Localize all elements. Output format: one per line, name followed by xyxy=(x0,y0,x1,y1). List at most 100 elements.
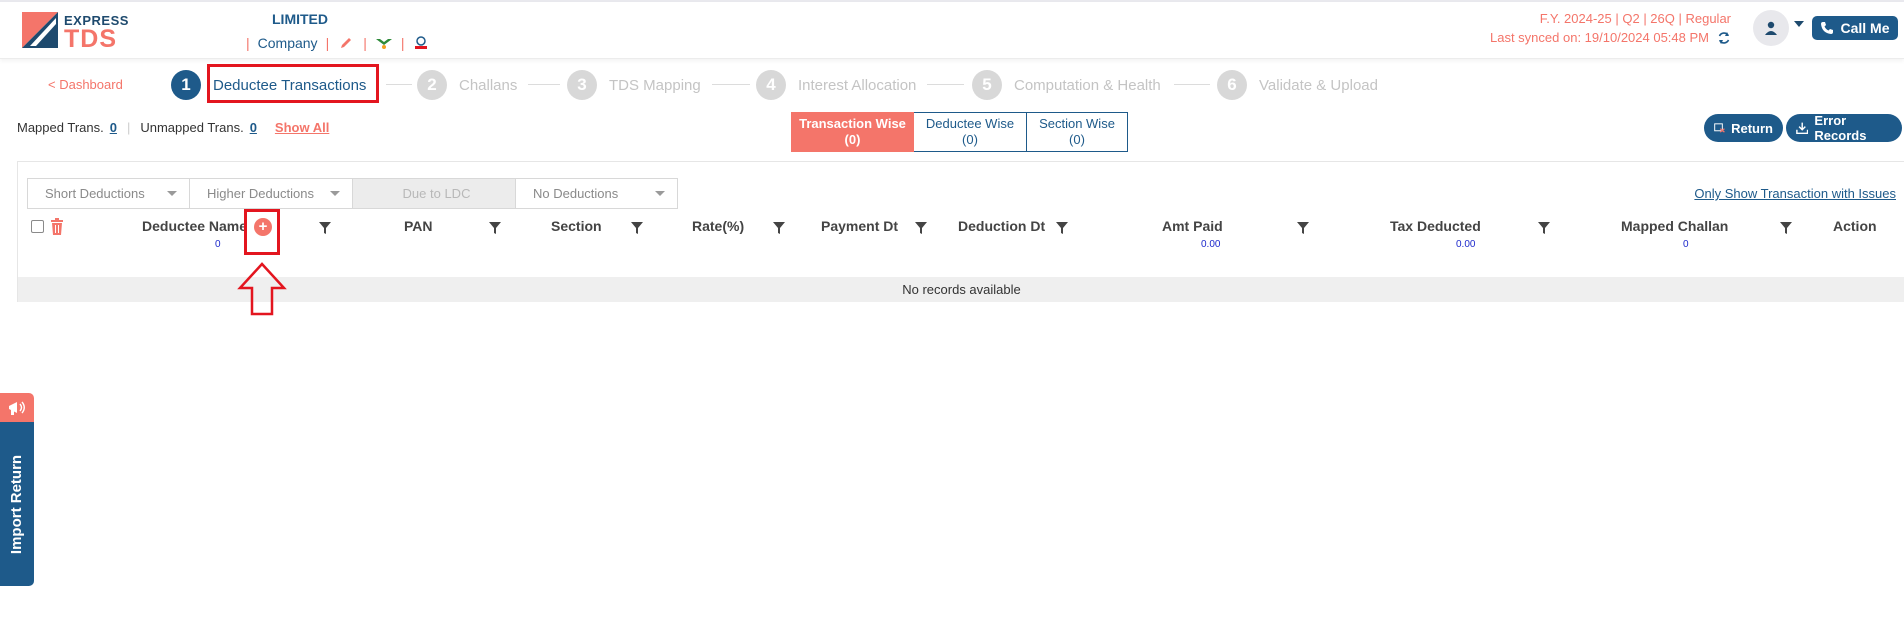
step-validate-upload[interactable]: 6 Validate & Upload xyxy=(1217,68,1378,102)
separator: | xyxy=(246,35,250,51)
step-number: 2 xyxy=(417,70,447,100)
logo-tds-text: TDS xyxy=(64,25,117,53)
mapped-count-link[interactable]: 0 xyxy=(110,120,117,135)
financial-year-info: F.Y. 2024-25 | Q2 | 26Q | Regular xyxy=(1539,11,1731,26)
edit-pencil-icon[interactable] xyxy=(337,35,355,51)
step-number: 5 xyxy=(972,70,1002,100)
megaphone-icon xyxy=(0,393,34,422)
step-label: Challans xyxy=(459,76,518,94)
trash-icon[interactable] xyxy=(49,218,65,236)
step-label: Validate & Upload xyxy=(1259,76,1378,94)
tab-count: (0) xyxy=(962,132,978,147)
caret-down-icon xyxy=(167,191,177,196)
col-deduction-dt[interactable]: Deduction Dt xyxy=(958,218,1045,234)
col-payment-dt[interactable]: Payment Dt xyxy=(821,218,898,234)
step-interest-allocation[interactable]: 4 Interest Allocation xyxy=(756,68,916,102)
express-tds-logo[interactable]: EXPRESS TDS xyxy=(22,12,142,53)
step-tds-mapping[interactable]: 3 TDS Mapping xyxy=(567,68,701,102)
tab-count: (0) xyxy=(1069,132,1085,147)
chevron-down-icon[interactable] xyxy=(1794,21,1804,27)
download-icon xyxy=(1796,122,1809,135)
company-link[interactable]: Company xyxy=(258,35,318,51)
table-header: Deductee Name 0 + PAN Section Rate(%) Pa… xyxy=(18,218,1904,254)
caret-down-icon xyxy=(655,191,665,196)
step-computation-health[interactable]: 5 Computation & Health xyxy=(972,68,1161,102)
mapped-label: Mapped Trans. xyxy=(17,120,104,135)
col-section[interactable]: Section xyxy=(551,218,602,234)
col-tax-deducted[interactable]: Tax Deducted xyxy=(1390,218,1481,234)
step-connector xyxy=(927,84,964,85)
step-number: 6 xyxy=(1217,70,1247,100)
due-to-ldc-button: Due to LDC xyxy=(353,178,516,209)
filter-icon[interactable] xyxy=(1297,222,1309,234)
col-mapped-challan[interactable]: Mapped Challan xyxy=(1621,218,1728,234)
deduction-filters: Short Deductions Higher Deductions Due t… xyxy=(27,178,678,209)
filter-icon[interactable] xyxy=(1780,222,1792,234)
step-label: Computation & Health xyxy=(1014,76,1161,94)
unmapped-count-link[interactable]: 0 xyxy=(250,120,257,135)
arrow-up-icon xyxy=(237,262,287,316)
tab-transaction-wise[interactable]: Transaction Wise (0) xyxy=(791,112,914,152)
dropdown-label: Due to LDC xyxy=(402,186,471,201)
select-all-checkbox[interactable] xyxy=(31,220,44,233)
filter-icon[interactable] xyxy=(319,222,331,234)
higher-deductions-dropdown[interactable]: Higher Deductions xyxy=(190,178,353,209)
income-tax-logo-icon[interactable] xyxy=(412,35,430,51)
only-show-issues-link[interactable]: Only Show Transaction with Issues xyxy=(1694,186,1896,201)
filter-icon[interactable] xyxy=(1056,222,1068,234)
short-deductions-dropdown[interactable]: Short Deductions xyxy=(27,178,190,209)
step-label: TDS Mapping xyxy=(609,76,701,94)
import-return-tab[interactable]: Import Return xyxy=(0,393,34,586)
app-header: EXPRESS TDS LIMITED | Company | | | F.Y.… xyxy=(0,2,1904,59)
last-synced: Last synced on: 19/10/2024 05:48 PM xyxy=(1490,30,1731,45)
step-connector xyxy=(712,84,750,85)
transactions-panel: Short Deductions Higher Deductions Due t… xyxy=(17,161,1904,302)
col-rate[interactable]: Rate(%) xyxy=(692,218,744,234)
separator: | xyxy=(325,35,330,51)
back-to-dashboard-link[interactable]: < Dashboard xyxy=(48,77,123,92)
dropdown-label: No Deductions xyxy=(533,186,619,201)
user-avatar[interactable] xyxy=(1753,10,1789,46)
highlight-box xyxy=(207,64,379,103)
mapped-challan-count: 0 xyxy=(1683,239,1689,250)
step-challans[interactable]: 2 Challans xyxy=(417,68,517,102)
no-deductions-dropdown[interactable]: No Deductions xyxy=(516,178,678,209)
company-name: LIMITED xyxy=(272,11,328,27)
caret-down-icon xyxy=(330,191,340,196)
tan-emblem-icon[interactable] xyxy=(375,35,393,51)
tab-section-wise[interactable]: Section Wise (0) xyxy=(1027,112,1128,152)
return-icon xyxy=(1714,123,1725,133)
error-records-button[interactable]: Error Records xyxy=(1786,113,1902,143)
error-records-label: Error Records xyxy=(1814,113,1867,143)
tab-deductee-wise[interactable]: Deductee Wise (0) xyxy=(914,112,1027,152)
dropdown-label: Higher Deductions xyxy=(207,186,314,201)
filter-icon[interactable] xyxy=(631,222,643,234)
filter-icon[interactable] xyxy=(1538,222,1550,234)
filter-icon[interactable] xyxy=(915,222,927,234)
step-connector xyxy=(1174,84,1210,85)
highlight-box xyxy=(244,209,280,255)
logo-mark-icon xyxy=(22,12,58,48)
last-synced-text: Last synced on: 19/10/2024 05:48 PM xyxy=(1490,30,1709,45)
separator: | xyxy=(126,120,131,135)
call-me-button[interactable]: Call Me xyxy=(1812,16,1898,40)
view-toggle: Transaction Wise (0) Deductee Wise (0) S… xyxy=(791,112,1128,152)
filter-icon[interactable] xyxy=(489,222,501,234)
company-toolbar: | Company | | | xyxy=(246,35,430,51)
show-all-link[interactable]: Show All xyxy=(275,120,329,135)
import-return-label: Import Return xyxy=(8,454,26,554)
step-number: 4 xyxy=(756,70,786,100)
step-connector xyxy=(528,84,560,85)
phone-icon xyxy=(1821,22,1834,34)
separator: | xyxy=(400,35,405,51)
col-pan[interactable]: PAN xyxy=(404,218,433,234)
import-return-body[interactable]: Import Return xyxy=(0,422,34,586)
call-me-label: Call Me xyxy=(1840,20,1890,36)
col-deductee-name[interactable]: Deductee Name xyxy=(142,218,247,234)
step-number: 3 xyxy=(567,70,597,100)
return-button[interactable]: Return xyxy=(1704,114,1783,142)
separator: | xyxy=(363,35,367,51)
refresh-icon[interactable] xyxy=(1717,31,1731,45)
col-amt-paid[interactable]: Amt Paid xyxy=(1162,218,1223,234)
filter-icon[interactable] xyxy=(773,222,785,234)
